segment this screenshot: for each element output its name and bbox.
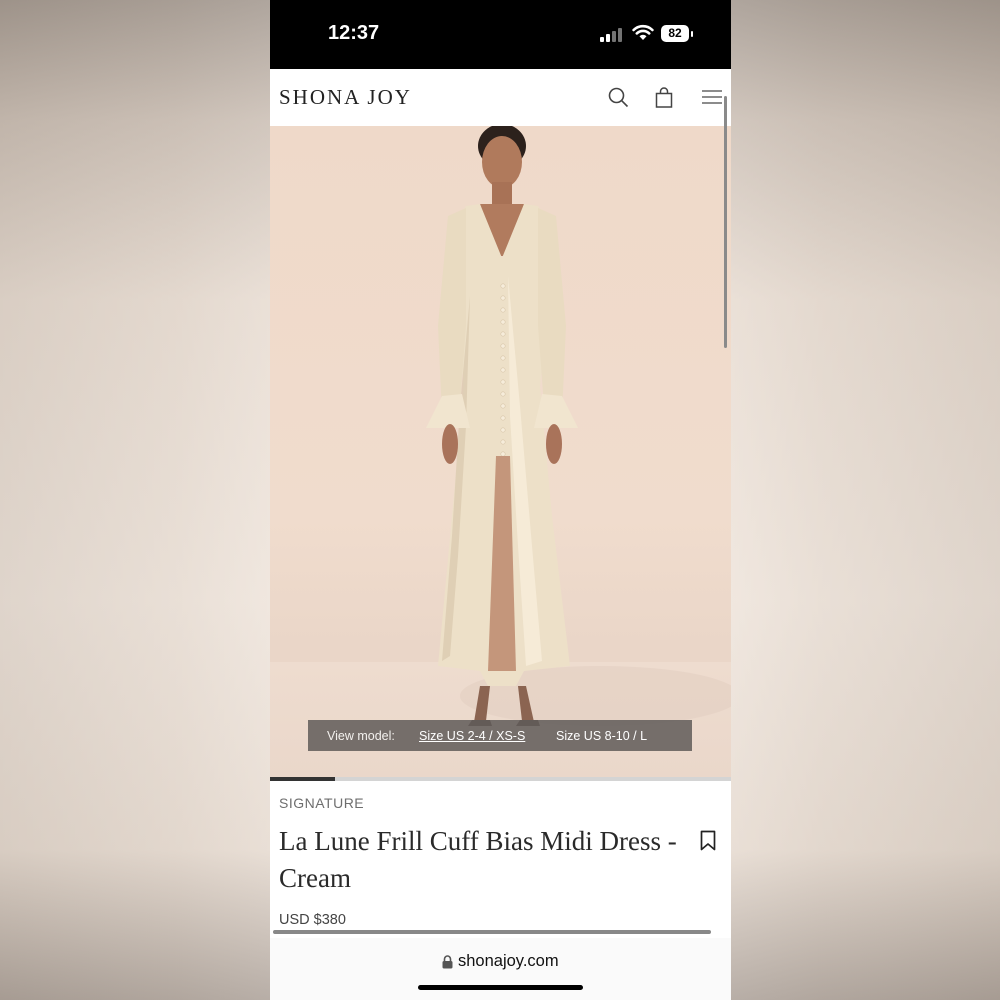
phone-screen: 12:37 82 SHONA JOY View model: Size US 2… [270, 0, 731, 1000]
vertical-scrollbar[interactable] [724, 96, 727, 348]
wifi-icon [632, 24, 654, 40]
product-photo-model-in-dress [426, 126, 731, 726]
product-title: La Lune Frill Cuff Bias Midi Dress - Cre… [279, 826, 677, 893]
battery-indicator: 82 [661, 25, 689, 42]
site-header: SHONA JOY [270, 69, 731, 126]
url-text[interactable]: shonajoy.com [458, 952, 559, 971]
product-image-gallery[interactable]: View model: Size US 2-4 / XS-S Size US 8… [270, 126, 731, 778]
horizontal-scrollbar[interactable] [273, 930, 711, 934]
gallery-progress-indicator[interactable] [270, 777, 335, 781]
battery-cap [691, 31, 693, 37]
bookmark-icon[interactable] [700, 830, 716, 851]
shopping-bag-icon[interactable] [655, 87, 673, 108]
model-size-option-xs-s[interactable]: Size US 2-4 / XS-S [419, 729, 525, 743]
gallery-progress-track [270, 777, 731, 781]
brand-logo[interactable]: SHONA JOY [279, 85, 412, 110]
model-size-option-l[interactable]: Size US 8-10 / L [556, 729, 647, 743]
hamburger-menu-icon[interactable] [702, 89, 722, 105]
collection-label[interactable]: SIGNATURE [279, 795, 364, 811]
home-indicator[interactable] [418, 985, 583, 990]
status-time: 12:37 [328, 22, 380, 44]
view-model-label: View model: [327, 729, 395, 743]
search-icon[interactable] [608, 87, 629, 108]
product-price: USD $380 [279, 912, 346, 928]
lock-icon [442, 955, 453, 969]
cellular-signal-icon [600, 28, 622, 42]
status-bar: 12:37 82 [270, 0, 731, 69]
browser-address-bar[interactable]: shonajoy.com [270, 938, 731, 1000]
view-model-bar: View model: Size US 2-4 / XS-S Size US 8… [308, 720, 692, 751]
